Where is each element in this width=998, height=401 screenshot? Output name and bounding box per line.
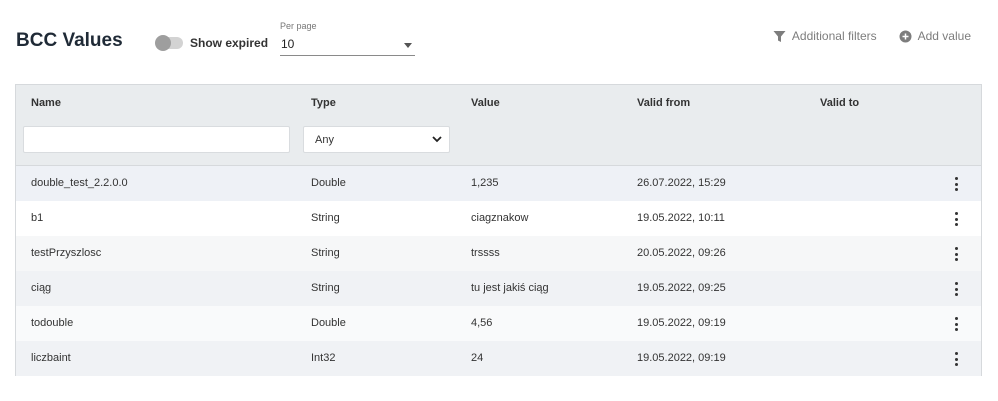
- show-expired-toggle[interactable]: Show expired: [155, 35, 269, 51]
- header-actions: Additional filters Add value: [751, 29, 971, 43]
- toggle-track[interactable]: [155, 35, 183, 51]
- per-page-value: 10: [281, 37, 295, 51]
- per-page-label: Per page: [280, 21, 317, 31]
- filter-icon: [773, 30, 786, 42]
- table-row[interactable]: testPrzyszlosc String trssss 20.05.2022,…: [16, 236, 981, 271]
- more-vertical-icon[interactable]: [951, 176, 961, 192]
- more-vertical-icon[interactable]: [951, 246, 961, 262]
- caret-down-icon: [404, 43, 412, 48]
- add-value-label: Add value: [917, 29, 971, 43]
- table-row[interactable]: todouble Double 4,56 19.05.2022, 09:19: [16, 306, 981, 341]
- additional-filters-button[interactable]: Additional filters: [773, 29, 877, 43]
- cell-value: 24: [471, 352, 484, 364]
- more-vertical-icon[interactable]: [951, 351, 961, 367]
- table-header: Name Type Value Valid from Valid to Any: [16, 85, 981, 166]
- cell-value: ciagznakow: [471, 212, 529, 224]
- cell-type: Int32: [311, 352, 336, 364]
- toggle-thumb[interactable]: [155, 35, 171, 51]
- cell-name: todouble: [31, 317, 74, 329]
- more-vertical-icon[interactable]: [951, 316, 961, 332]
- cell-name: liczbaint: [31, 352, 71, 364]
- column-header-type[interactable]: Type: [311, 97, 336, 109]
- name-filter-input[interactable]: [23, 126, 290, 153]
- column-header-valid-from[interactable]: Valid from: [637, 97, 690, 109]
- column-header-valid-to[interactable]: Valid to: [820, 97, 859, 109]
- cell-type: String: [311, 247, 340, 259]
- add-value-button[interactable]: Add value: [899, 29, 971, 43]
- plus-circle-icon: [899, 30, 912, 42]
- cell-name: double_test_2.2.0.0: [31, 177, 128, 189]
- chevron-down-icon: [432, 136, 442, 143]
- column-header-value[interactable]: Value: [471, 97, 500, 109]
- cell-valid-from: 19.05.2022, 09:19: [637, 352, 726, 364]
- cell-valid-from: 26.07.2022, 15:29: [637, 177, 726, 189]
- cell-valid-from: 19.05.2022, 09:25: [637, 282, 726, 294]
- cell-name: b1: [31, 212, 44, 224]
- cell-value: 4,56: [471, 317, 493, 329]
- cell-value: tu jest jakiś ciąg: [471, 282, 549, 294]
- table-row[interactable]: b1 String ciagznakow 19.05.2022, 10:11: [16, 201, 981, 236]
- table-row[interactable]: liczbaint Int32 24 19.05.2022, 09:19: [16, 341, 981, 376]
- per-page-field[interactable]: 10: [280, 33, 415, 56]
- cell-type: Double: [311, 177, 346, 189]
- cell-name: ciąg: [31, 282, 52, 294]
- cell-value: 1,235: [471, 177, 499, 189]
- table-row[interactable]: double_test_2.2.0.0 Double 1,235 26.07.2…: [16, 166, 981, 201]
- column-header-name[interactable]: Name: [31, 97, 61, 109]
- show-expired-label: Show expired: [190, 36, 269, 50]
- cell-type: Double: [311, 317, 346, 329]
- type-filter-select[interactable]: Any: [303, 126, 450, 153]
- more-vertical-icon[interactable]: [951, 281, 961, 297]
- cell-valid-from: 20.05.2022, 09:26: [637, 247, 726, 259]
- type-filter-value: Any: [315, 134, 334, 146]
- table-row[interactable]: ciąg String tu jest jakiś ciąg 19.05.202…: [16, 271, 981, 306]
- cell-type: String: [311, 282, 340, 294]
- cell-valid-from: 19.05.2022, 10:11: [637, 212, 725, 224]
- page-title: BCC Values: [16, 30, 123, 51]
- per-page-select[interactable]: Per page 10: [280, 21, 415, 56]
- values-table: Name Type Value Valid from Valid to Any …: [15, 84, 982, 376]
- additional-filters-label: Additional filters: [791, 29, 877, 43]
- cell-value: trssss: [471, 247, 500, 259]
- more-vertical-icon[interactable]: [951, 211, 961, 227]
- cell-valid-from: 19.05.2022, 09:19: [637, 317, 726, 329]
- cell-name: testPrzyszlosc: [31, 247, 102, 259]
- cell-type: String: [311, 212, 340, 224]
